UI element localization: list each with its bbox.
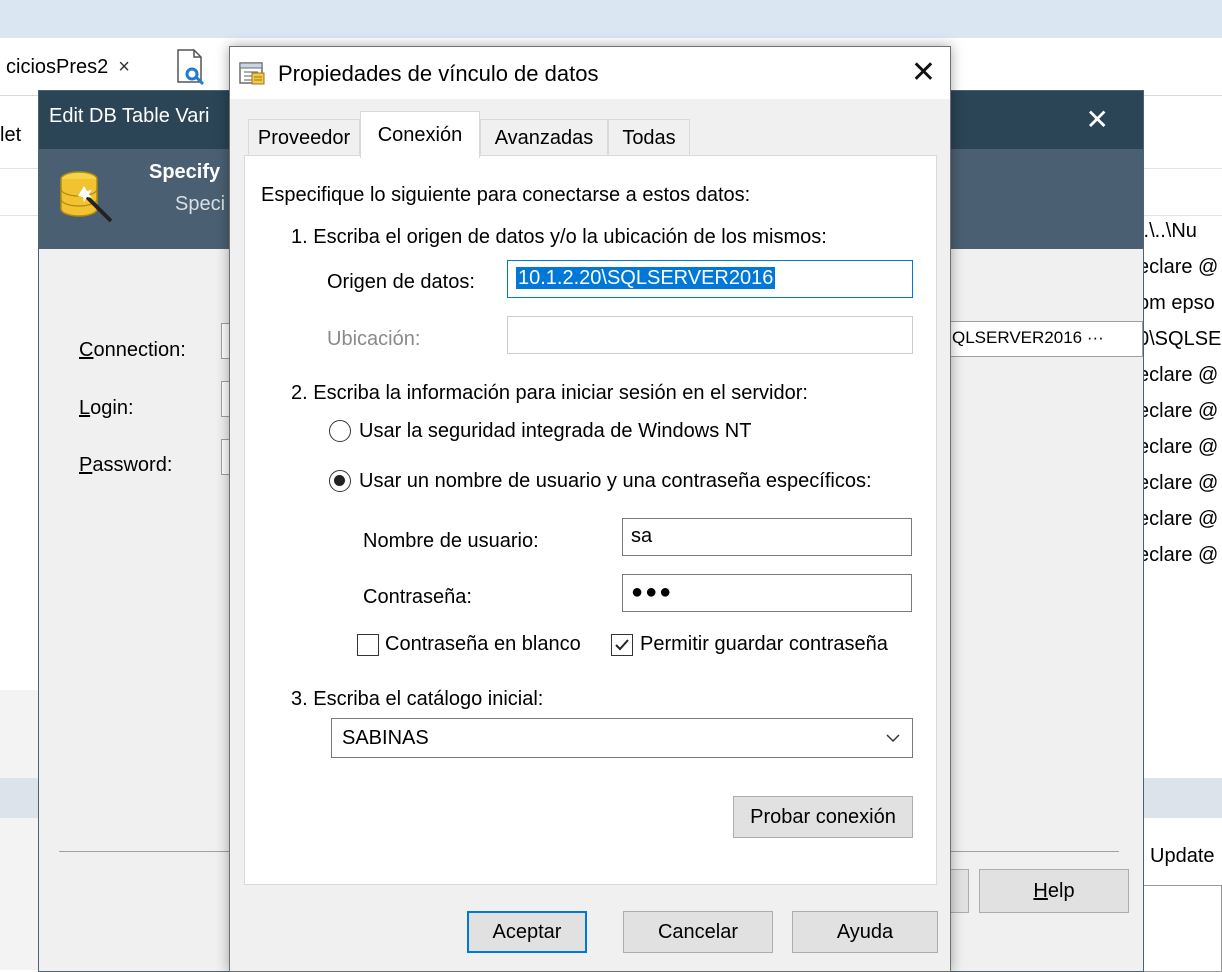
close-icon[interactable]: ✕: [1086, 103, 1109, 136]
blank-password-label[interactable]: Contraseña en blanco: [385, 633, 581, 656]
document-tab-label: ciciosPres2: [6, 55, 109, 78]
grid-cell: eclare @: [1138, 364, 1219, 386]
app-top-bar: [0, 0, 1222, 38]
background-panel: [0, 690, 40, 970]
grid-cell: eclare @: [1138, 544, 1219, 566]
grid-cell: eclare @: [1138, 508, 1219, 530]
grid-cell: 0\SQLSE: [1138, 328, 1222, 350]
grid-cell: eclare @: [1138, 472, 1219, 494]
blank-password-checkbox[interactable]: [357, 634, 379, 656]
radio-selected-dot: [334, 475, 345, 486]
connection-label: Connection:: [79, 339, 186, 361]
chevron-down-icon: [884, 729, 902, 753]
close-icon[interactable]: ✕: [911, 55, 936, 90]
username-label: Nombre de usuario:: [363, 530, 539, 552]
update-label[interactable]: Update: [1150, 845, 1215, 868]
dialog-title: Propiedades de vínculo de datos: [278, 61, 599, 86]
background-fragment-text: let: [0, 124, 22, 146]
tab-panel-conexion: Especifique lo siguiente para conectarse…: [244, 155, 937, 885]
wizard-banner-title: Specify: [149, 161, 221, 183]
data-link-properties-dialog: Propiedades de vínculo de datos ✕ Provee…: [229, 46, 951, 972]
intro-text: Especifique lo siguiente para conectarse…: [261, 184, 751, 206]
wizard-banner-subtitle: Speci: [175, 193, 226, 215]
radio-specific-label[interactable]: Usar un nombre de usuario y una contrase…: [359, 470, 872, 493]
ok-button[interactable]: Aceptar: [467, 911, 587, 953]
cancel-button[interactable]: Cancelar: [623, 911, 773, 953]
help-button[interactable]: Help: [979, 869, 1129, 913]
allow-save-password-checkbox[interactable]: [611, 634, 633, 656]
grid-cell: eclare @: [1138, 436, 1219, 458]
tab-proveedor[interactable]: Proveedor: [248, 119, 360, 157]
grid-cell: eclare @: [1138, 256, 1219, 278]
grid-cell: eclare @: [1138, 400, 1219, 422]
radio-integrated-label[interactable]: Usar la seguridad integrada de Windows N…: [359, 420, 751, 443]
document-key-icon[interactable]: [175, 48, 205, 86]
step3-heading: 3. Escriba el catálogo inicial:: [291, 688, 544, 710]
step1-heading: 1. Escriba el origen de datos y/o la ubi…: [291, 226, 827, 248]
document-tab[interactable]: ciciosPres2 ×: [6, 50, 130, 84]
test-connection-button[interactable]: Probar conexión: [733, 796, 913, 838]
grid-cell: om epso: [1138, 292, 1215, 314]
tab-conexion[interactable]: Conexión: [360, 111, 480, 158]
checkmark-icon: [615, 639, 629, 651]
data-source-label: Origen de datos:: [327, 271, 475, 293]
connection-value-field[interactable]: QLSERVER2016 ···: [947, 321, 1143, 357]
login-label: Login:: [79, 397, 134, 419]
username-input[interactable]: sa: [622, 518, 912, 556]
location-label: Ubicación:: [327, 328, 421, 350]
dialog-titlebar[interactable]: Propiedades de vínculo de datos ✕: [230, 47, 950, 99]
tab-avanzadas[interactable]: Avanzadas: [480, 119, 608, 157]
password-label: Password:: [79, 454, 173, 476]
data-source-value: 10.1.2.20\SQLSERVER2016: [516, 267, 776, 289]
grid-cell: ..\..\Nu: [1138, 220, 1197, 242]
password-input[interactable]: ●●●: [622, 574, 912, 612]
initial-catalog-value: SABINAS: [342, 727, 429, 749]
password-label: Contraseña:: [363, 586, 472, 608]
help-button[interactable]: Ayuda: [792, 911, 938, 953]
tab-todas[interactable]: Todas: [608, 119, 690, 157]
edit-window-title: Edit DB Table Vari: [49, 105, 210, 127]
allow-save-password-label[interactable]: Permitir guardar contraseña: [640, 633, 888, 656]
data-link-icon: [238, 59, 266, 87]
location-input[interactable]: [507, 316, 913, 354]
radio-integrated-security[interactable]: [329, 420, 351, 442]
data-source-input[interactable]: 10.1.2.20\SQLSERVER2016: [507, 260, 913, 298]
radio-specific-credentials[interactable]: [329, 470, 351, 492]
step2-heading: 2. Escriba la información para iniciar s…: [291, 382, 808, 404]
initial-catalog-select[interactable]: SABINAS: [331, 718, 913, 758]
database-wizard-icon: [55, 165, 115, 225]
close-tab-icon[interactable]: ×: [118, 56, 130, 79]
